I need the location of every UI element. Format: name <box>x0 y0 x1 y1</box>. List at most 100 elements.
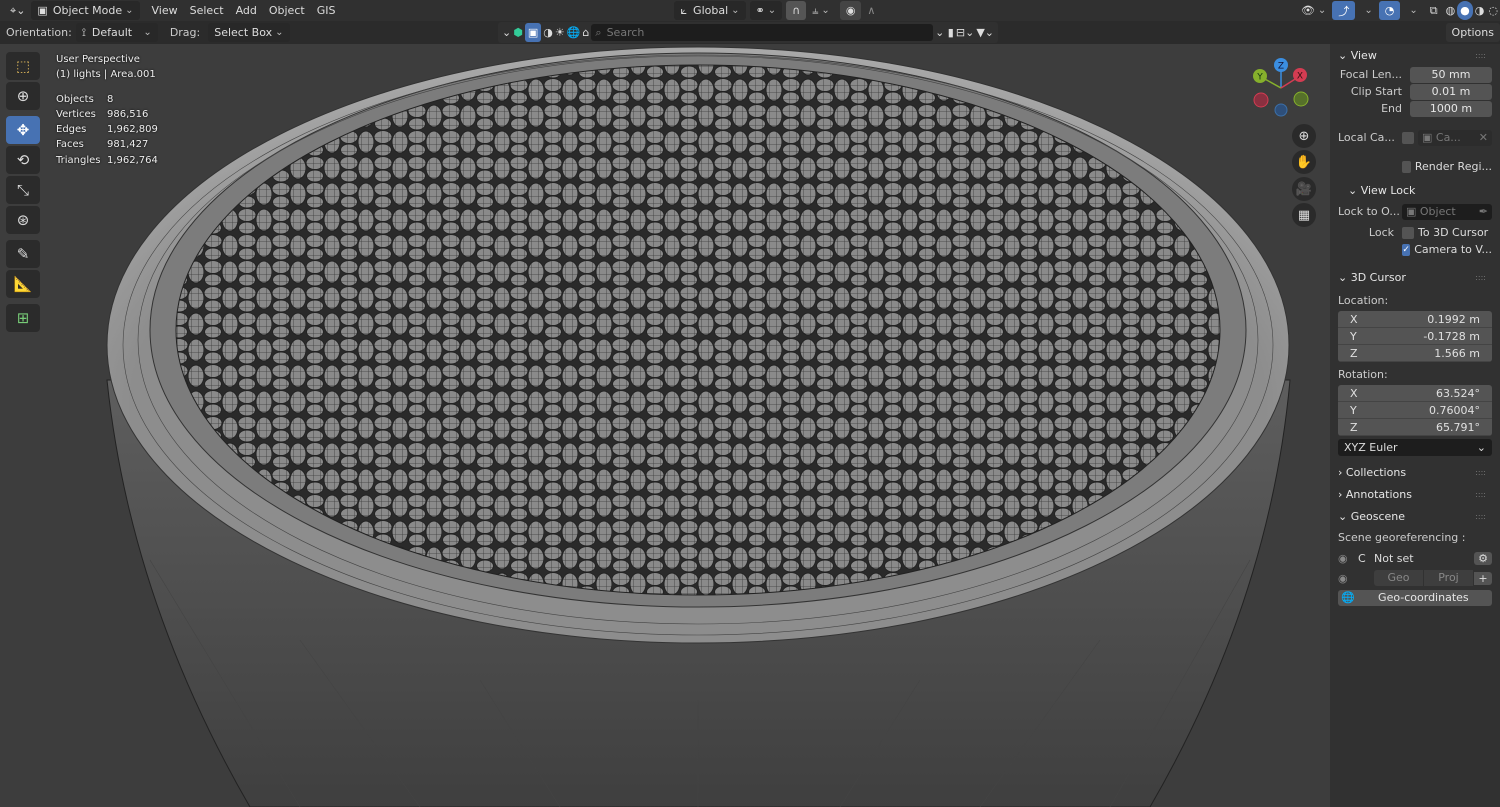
location-x-field[interactable]: X 0.1992 m <box>1338 311 1492 328</box>
render-region-checkbox[interactable] <box>1402 160 1411 173</box>
menu-view[interactable]: View <box>146 1 184 20</box>
geo-coordinates-button[interactable]: 🌐 Geo-coordinates <box>1338 590 1492 606</box>
radio-icon[interactable]: ◉ <box>1338 572 1374 585</box>
lock-cursor-checkbox[interactable] <box>1402 226 1414 239</box>
shading-wireframe[interactable]: ◍ <box>1444 1 1458 20</box>
shading-solid[interactable]: ● <box>1457 1 1473 20</box>
rotation-mode-dropdown[interactable]: XYZ Euler ⌄ <box>1338 439 1492 456</box>
beans-mesh <box>175 64 1221 596</box>
search-input[interactable]: ⌕ Search <box>591 24 934 41</box>
pivot-dropdown[interactable]: ⚭ <box>749 1 783 20</box>
proportional-edit-toggle[interactable]: ◉ <box>839 1 862 20</box>
clip-end-field[interactable]: 1000 m <box>1410 100 1492 117</box>
panel-header-collections[interactable]: › Collections:::: <box>1338 461 1492 483</box>
menu-gis[interactable]: GIS <box>311 1 342 20</box>
location-z-field[interactable]: Z 1.566 m <box>1338 345 1492 362</box>
filter-lights-icon[interactable]: ☀ <box>555 26 565 39</box>
gizmo-toggle[interactable]: ⤴ <box>1332 1 1356 20</box>
camera-view-icon[interactable]: 🎥 <box>1292 177 1316 201</box>
filter-object-icon[interactable]: ▣ <box>524 23 542 42</box>
settings-gear-icon[interactable]: ⚙ <box>1474 551 1492 565</box>
move-tool-icon[interactable]: ✥ <box>6 116 40 144</box>
overlay-dropdown[interactable] <box>1400 1 1423 20</box>
geo-button[interactable]: Geo <box>1374 570 1423 586</box>
proj-button[interactable]: Proj <box>1424 570 1473 586</box>
orientation-icon: ⟟ <box>81 25 86 39</box>
menu-select[interactable]: Select <box>184 1 230 20</box>
shading-material[interactable]: ◑ <box>1473 1 1487 20</box>
local-camera-value: Ca... <box>1435 130 1461 144</box>
visibility-dropdown[interactable]: 👁 <box>1295 1 1332 20</box>
filter-brush-icon[interactable]: ⌂ <box>582 26 589 39</box>
add-button[interactable]: + <box>1474 571 1492 585</box>
camera-to-view-checkbox[interactable]: ✓ <box>1402 243 1411 256</box>
panel-header-view[interactable]: ⌄ View:::: <box>1338 44 1492 66</box>
panel-header-3d-cursor[interactable]: ⌄ 3D Cursor:::: <box>1338 266 1492 288</box>
search-placeholder: Search <box>606 26 645 39</box>
gizmo-z-label: Z <box>1278 62 1284 72</box>
panel-header-annotations[interactable]: › Annotations:::: <box>1338 483 1492 505</box>
add-cube-tool-icon[interactable]: ⊞ <box>6 304 40 332</box>
lock-object-field[interactable]: ▣ Object ✒ <box>1402 203 1492 220</box>
overlay-toggle[interactable]: ◔ <box>1378 1 1401 20</box>
3d-viewport[interactable] <box>0 44 1500 807</box>
perspective-grid-icon[interactable]: ▦ <box>1292 203 1316 227</box>
menu-object[interactable]: Object <box>263 1 311 20</box>
axis-value: 1.566 m <box>1434 347 1480 360</box>
select-box-tool-icon[interactable]: ⬚ <box>6 52 40 80</box>
drag-grip-icon[interactable]: :::: <box>1475 468 1486 477</box>
scale-tool-icon[interactable]: ⤡ <box>6 176 40 204</box>
location-y-field[interactable]: Y -0.1728 m <box>1338 328 1492 345</box>
bookmark-icon[interactable]: ⌄ ▮ <box>935 26 954 39</box>
filter-icon[interactable]: ▼⌄ <box>976 26 994 39</box>
local-camera-checkbox[interactable] <box>1402 131 1414 144</box>
clear-icon[interactable]: ✕ <box>1479 130 1492 146</box>
measure-tool-icon[interactable]: 📐 <box>6 270 40 298</box>
mode-dropdown[interactable]: ▣ Object Mode <box>31 1 140 20</box>
xray-toggle[interactable]: ⧉ <box>1424 1 1444 20</box>
hierarchy-dropdown[interactable]: ⊟⌄ <box>956 26 974 39</box>
options-button[interactable]: Options <box>1445 23 1500 42</box>
transform-tool-icon[interactable]: ⊛ <box>6 206 40 234</box>
panel-title: Geoscene <box>1350 509 1406 523</box>
drag-dropdown[interactable]: Select Box <box>208 23 290 42</box>
panel-header-view-lock[interactable]: ⌄ View Lock <box>1338 179 1492 201</box>
drag-grip-icon[interactable]: :::: <box>1475 490 1486 499</box>
focal-length-field[interactable]: 50 mm <box>1410 66 1492 83</box>
gizmo-dropdown[interactable] <box>1355 1 1378 20</box>
rotation-z-field[interactable]: Z 65.791° <box>1338 419 1492 436</box>
eyedropper-icon[interactable]: ✒ <box>1479 204 1492 220</box>
filter-material-icon[interactable]: ◑ <box>543 26 553 39</box>
axis-label: X <box>1350 313 1358 326</box>
orientation-icon: ⟀ <box>680 3 688 17</box>
rotation-x-field[interactable]: X 63.524° <box>1338 385 1492 402</box>
pan-hand-icon[interactable]: ✋ <box>1292 150 1316 174</box>
panel-header-geoscene[interactable]: ⌄ Geoscene:::: <box>1338 505 1492 527</box>
rotate-tool-icon[interactable]: ⟲ <box>6 146 40 174</box>
cursor-tool-icon[interactable]: ⊕ <box>6 82 40 110</box>
transform-orientation-dropdown[interactable]: ⟀ Global <box>674 1 746 20</box>
filter-world-icon[interactable]: 🌐 <box>567 26 581 39</box>
orientation-dropdown[interactable]: ⟟ Default <box>75 23 158 42</box>
orientation-label: Global <box>693 4 729 17</box>
local-camera-field[interactable]: ▣ Ca... ✕ <box>1418 129 1492 146</box>
axis-value: 0.76004° <box>1429 404 1480 417</box>
collapse-chevron-icon[interactable]: ⌄ <box>502 26 511 39</box>
menu-add[interactable]: Add <box>230 1 263 20</box>
annotate-tool-icon[interactable]: ✎ <box>6 240 40 268</box>
zoom-icon[interactable]: ⊕ <box>1292 124 1316 148</box>
radio-icon[interactable]: ◉ <box>1338 552 1358 565</box>
shading-rendered[interactable]: ◌ <box>1486 1 1500 20</box>
navigation-gizmo[interactable]: Z Y X <box>1250 58 1312 120</box>
snap-target-dropdown[interactable]: ⫨ <box>806 1 836 20</box>
falloff-icon[interactable]: ∧ <box>861 1 881 20</box>
clip-start-field[interactable]: 0.01 m <box>1410 83 1492 100</box>
drag-grip-icon[interactable]: :::: <box>1475 512 1486 521</box>
rotation-y-field[interactable]: Y 0.76004° <box>1338 402 1492 419</box>
panel-title: View <box>1350 48 1377 62</box>
editor-type-icon[interactable]: ⌖⌄ <box>4 1 31 20</box>
mode-label: Object Mode <box>52 4 123 17</box>
drag-grip-icon[interactable]: :::: <box>1475 51 1486 60</box>
drag-grip-icon[interactable]: :::: <box>1475 273 1486 282</box>
snap-toggle[interactable]: ∩ <box>786 1 807 20</box>
